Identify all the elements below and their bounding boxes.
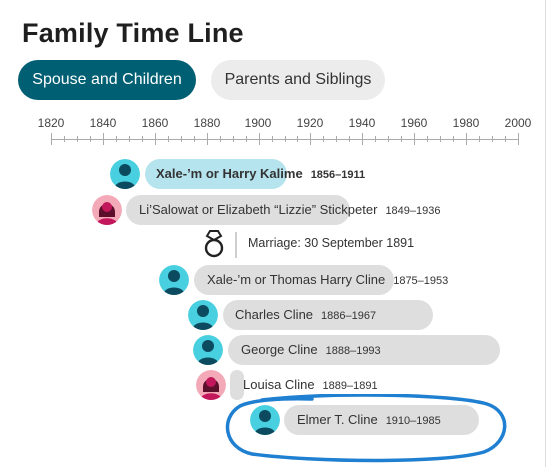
minor-tick [142, 136, 143, 142]
male-avatar-icon [193, 335, 223, 365]
minor-tick [323, 136, 324, 142]
person-dates: 1856–1911 [310, 169, 366, 181]
timeline-bar-louisa-cline[interactable] [230, 370, 244, 400]
person-name: Xale-’m or Thomas Harry Cline [207, 272, 386, 287]
person-name: Louisa Cline [243, 377, 315, 392]
tick-label-1900: 1900 [244, 116, 272, 130]
marriage-divider [235, 232, 237, 258]
person-name: Xale-’m or Harry Kalime [156, 166, 303, 181]
minor-tick [453, 136, 454, 142]
minor-tick [168, 136, 169, 142]
tick-label-1820: 1820 [37, 116, 65, 130]
minor-tick [349, 136, 350, 142]
person-row-george-cline[interactable]: George Cline 1888–1993 [241, 335, 381, 366]
minor-tick [388, 136, 389, 142]
page-title: Family Time Line [22, 18, 244, 48]
major-tick [518, 133, 519, 145]
tick-label-1980: 1980 [452, 116, 480, 130]
major-tick [155, 133, 156, 145]
male-avatar-icon [110, 159, 140, 189]
minor-tick [194, 136, 195, 142]
minor-tick [233, 136, 234, 142]
person-dates: 1889–1891 [322, 380, 378, 392]
male-avatar-icon [159, 265, 189, 295]
marriage-label: Marriage: 30 September 1891 [248, 236, 415, 250]
major-tick [103, 133, 104, 145]
tab-parents-and-siblings[interactable]: Parents and Siblings [211, 60, 385, 100]
major-tick [51, 133, 52, 145]
major-tick [259, 133, 260, 145]
minor-tick [492, 136, 493, 142]
tick-label-1960: 1960 [400, 116, 428, 130]
person-dates: 1886–1967 [321, 310, 377, 322]
tick-label-1860: 1860 [141, 116, 169, 130]
minor-tick [375, 136, 376, 142]
major-tick [362, 133, 363, 145]
tick-label-1840: 1840 [89, 116, 117, 130]
major-tick [310, 133, 311, 145]
major-tick [466, 133, 467, 145]
person-name: Li’Salowat or Elizabeth “Lizzie” Stickpe… [139, 202, 378, 217]
person-name: Elmer T. Cline [297, 412, 378, 427]
family-timeline-panel: Family Time Line Spouse and Children Par… [0, 0, 546, 467]
person-row-thomas-harry-cline[interactable]: Xale-’m or Thomas Harry Cline 1875–1953 [207, 265, 448, 296]
minor-tick [90, 136, 91, 142]
tick-label-2000: 2000 [504, 116, 532, 130]
tick-label-1880: 1880 [193, 116, 221, 130]
minor-tick [336, 136, 337, 142]
male-avatar-icon [188, 300, 218, 330]
male-avatar-icon [250, 405, 280, 435]
minor-tick [479, 136, 480, 142]
minor-tick [297, 136, 298, 142]
person-dates: 1875–1953 [393, 275, 449, 287]
minor-tick [505, 136, 506, 142]
minor-tick [401, 136, 402, 142]
person-row-charles-cline[interactable]: Charles Cline 1886–1967 [235, 300, 376, 331]
person-name: George Cline [241, 342, 318, 357]
minor-tick [427, 136, 428, 142]
ring-icon [203, 229, 225, 264]
person-dates: 1888–1993 [325, 345, 381, 357]
person-dates: 1849–1936 [385, 205, 441, 217]
minor-tick [116, 136, 117, 142]
minor-tick [77, 136, 78, 142]
person-row-harry-kalime[interactable]: Xale-’m or Harry Kalime 1856–1911 [156, 159, 365, 190]
minor-tick [246, 136, 247, 142]
minor-tick [220, 136, 221, 142]
major-tick [207, 133, 208, 145]
minor-tick [440, 136, 441, 142]
person-row-elmer-cline[interactable]: Elmer T. Cline 1910–1985 [297, 405, 441, 436]
tab-spouse-and-children[interactable]: Spouse and Children [18, 60, 196, 100]
person-dates: 1910–1985 [385, 415, 441, 427]
tick-label-1920: 1920 [296, 116, 324, 130]
minor-tick [64, 136, 65, 142]
minor-tick [285, 136, 286, 142]
minor-tick [272, 136, 273, 142]
person-name: Charles Cline [235, 307, 314, 322]
person-row-lisalowat[interactable]: Li’Salowat or Elizabeth “Lizzie” Stickpe… [139, 195, 441, 226]
female-avatar-icon [196, 370, 226, 400]
female-avatar-icon [92, 195, 122, 225]
person-row-louisa-cline[interactable]: Louisa Cline 1889–1891 [243, 370, 378, 401]
timeline-axis: 1820 1840 1860 1880 1900 1920 1940 1960 … [0, 110, 553, 150]
minor-tick [129, 136, 130, 142]
major-tick [414, 133, 415, 145]
minor-tick [181, 136, 182, 142]
tick-label-1940: 1940 [348, 116, 376, 130]
